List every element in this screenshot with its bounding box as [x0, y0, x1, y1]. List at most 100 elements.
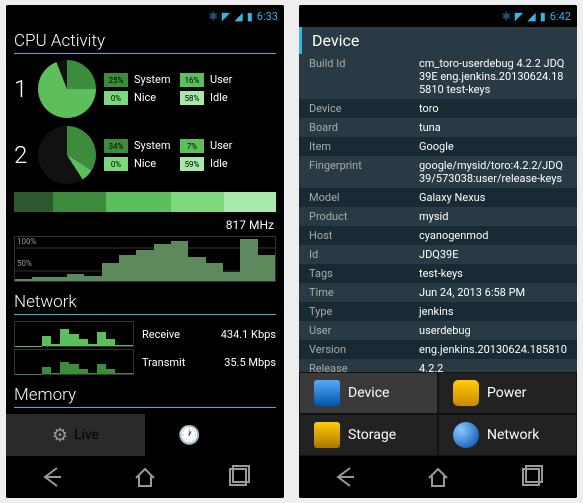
cpu-pie-chart	[38, 126, 96, 184]
row-value: cyanogenmod	[419, 229, 567, 242]
divider	[14, 314, 276, 315]
row-value: 4.2.2	[419, 362, 567, 372]
table-row: Useruserdebug	[299, 321, 577, 340]
phone-left: ✱ ◤ ◢ ▮ 6:33 CPU Activity 1 25%System16%U…	[6, 5, 284, 498]
signal-icon: ◢	[234, 10, 242, 23]
divider	[14, 53, 276, 54]
row-value: jenkins	[419, 305, 567, 318]
core-number: 2	[14, 141, 30, 169]
table-row: Devicetoro	[299, 99, 577, 118]
cpu-freq-bar	[14, 192, 276, 212]
device-table: Build Idcm_toro-userdebug 4.2.2 JDQ39E e…	[299, 54, 577, 372]
power-button[interactable]: Power	[438, 372, 577, 414]
row-key: Item	[309, 140, 419, 153]
row-value: toro	[419, 102, 567, 115]
home-button[interactable]	[425, 464, 451, 490]
globe-icon	[453, 422, 479, 448]
table-row: Boardtuna	[299, 118, 577, 137]
recent-button[interactable]	[225, 464, 251, 490]
cpu-core-row: 2 34%System7%User0%Nice59%Idle	[6, 126, 284, 192]
divider	[14, 407, 276, 408]
table-row: IdJDQ39E	[299, 245, 577, 264]
row-key: Tags	[309, 267, 419, 280]
tab-live[interactable]: ⚙ Live	[6, 414, 145, 456]
table-row: Build Idcm_toro-userdebug 4.2.2 JDQ39E e…	[299, 54, 577, 99]
cpu-legend: 34%System7%User0%Nice59%Idle	[104, 139, 250, 171]
network-button[interactable]: Network	[438, 414, 577, 456]
back-button[interactable]	[39, 464, 65, 490]
receive-label: Receive	[142, 328, 213, 341]
cpu-legend: 25%System16%User0%Nice58%Idle	[104, 73, 250, 105]
row-key: Type	[309, 305, 419, 318]
transmit-label: Transmit	[142, 356, 216, 369]
row-key: Device	[309, 102, 419, 115]
tab-bar: ⚙ Live 🕐 History	[6, 414, 284, 456]
storage-button[interactable]: Storage	[299, 414, 438, 456]
wifi-icon: ◤	[222, 10, 230, 23]
row-value: eng.jenkins.20130624.185810	[419, 343, 567, 356]
row-value: JDQ39E	[419, 248, 567, 261]
cpu-activity-title: CPU Activity	[6, 27, 284, 53]
row-value: Galaxy Nexus	[419, 191, 567, 204]
transmit-value: 35.5 Mbps	[224, 356, 276, 369]
battery-icon	[453, 380, 479, 406]
row-key: Fingerprint	[309, 159, 419, 185]
content: CPU Activity 1 25%System16%User0%Nice58%I…	[6, 27, 284, 456]
nav-bar	[299, 456, 577, 498]
row-key: Product	[309, 210, 419, 223]
cpu-history-chart: 100% 50%	[14, 236, 276, 282]
row-key: Build Id	[309, 57, 419, 96]
table-row: Hostcyanogenmod	[299, 226, 577, 245]
table-row: ItemGoogle	[299, 137, 577, 156]
gear-icon: ⚙	[52, 425, 68, 446]
row-value: cm_toro-userdebug 4.2.2 JDQ39E eng.jenki…	[419, 57, 567, 96]
table-row: TimeJun 24, 2013 6:58 PM	[299, 283, 577, 302]
table-row: Productmysid	[299, 207, 577, 226]
back-button[interactable]	[332, 464, 358, 490]
table-row: Typejenkins	[299, 302, 577, 321]
table-row: Fingerprintgoogle/mysid/toro:4.2.2/JDQ39…	[299, 156, 577, 188]
row-key: Id	[309, 248, 419, 261]
cpu-freq-value: 817 MHz	[6, 218, 284, 236]
device-button[interactable]: Device	[299, 372, 438, 414]
wifi-icon: ◤	[515, 10, 523, 23]
clock-icon: 🕐	[178, 425, 200, 446]
status-bar: ✱ ◤ ◢ ▮ 6:42	[299, 5, 577, 27]
nav-bar	[6, 456, 284, 498]
battery-icon: ▮	[247, 10, 253, 23]
recent-button[interactable]	[518, 464, 544, 490]
phone-right: ✱ ◤ ◢ ▮ 6:42 Device Build Idcm_toro-user…	[299, 5, 577, 498]
row-value: mysid	[419, 210, 567, 223]
content: Device Build Idcm_toro-userdebug 4.2.2 J…	[299, 27, 577, 372]
status-bar: ✱ ◤ ◢ ▮ 6:33	[6, 5, 284, 27]
transmit-chart	[14, 349, 134, 375]
table-row: Release4.2.2	[299, 359, 577, 372]
row-key: Release	[309, 362, 419, 372]
home-button[interactable]	[132, 464, 158, 490]
clock: 6:33	[257, 10, 278, 23]
row-key: Model	[309, 191, 419, 204]
row-value: tuna	[419, 121, 567, 134]
clock: 6:42	[550, 10, 571, 23]
signal-icon: ◢	[527, 10, 535, 23]
bluetooth-icon: ✱	[209, 10, 218, 23]
table-row: Versioneng.jenkins.20130624.185810	[299, 340, 577, 359]
row-value: userdebug	[419, 324, 567, 337]
table-row: Tagstest-keys	[299, 264, 577, 283]
cpu-core-row: 1 25%System16%User0%Nice58%Idle	[6, 60, 284, 126]
row-value: Google	[419, 140, 567, 153]
row-key: Host	[309, 229, 419, 242]
row-key: Version	[309, 343, 419, 356]
receive-chart	[14, 321, 134, 347]
row-value: test-keys	[419, 267, 567, 280]
tab-history[interactable]: 🕐 History	[145, 414, 284, 456]
core-number: 1	[14, 75, 30, 103]
bluetooth-icon: ✱	[502, 10, 511, 23]
storage-icon	[314, 422, 340, 448]
category-grid: Device Power Storage Network	[299, 372, 577, 456]
memory-title: Memory	[6, 381, 284, 407]
row-key: User	[309, 324, 419, 337]
battery-icon: ▮	[540, 10, 546, 23]
row-value: google/mysid/toro:4.2.2/JDQ39/573038:use…	[419, 159, 567, 185]
row-key: Board	[309, 121, 419, 134]
